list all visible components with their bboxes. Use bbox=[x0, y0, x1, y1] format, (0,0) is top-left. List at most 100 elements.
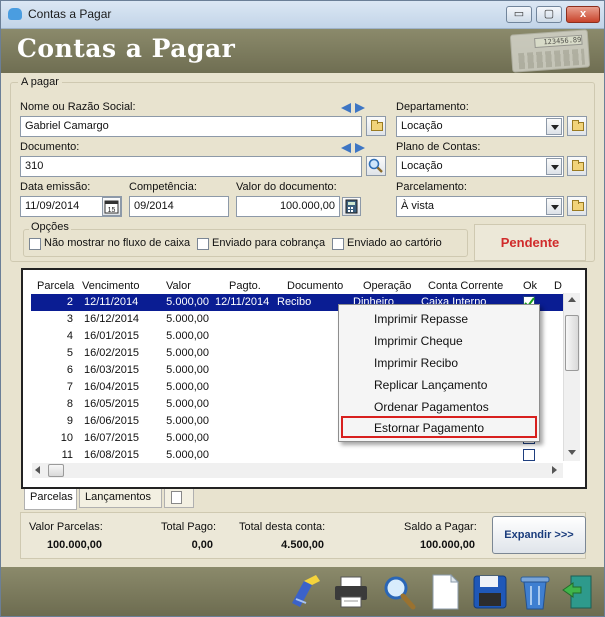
folder-icon bbox=[572, 160, 584, 171]
documento-search-button[interactable] bbox=[366, 156, 386, 176]
departamento-select[interactable]: Locação bbox=[396, 116, 564, 137]
app-cloud-icon bbox=[8, 8, 22, 20]
scroll-right-arrow[interactable] bbox=[552, 466, 557, 474]
ok-checkbox[interactable] bbox=[523, 449, 535, 461]
window-title: Contas a Pagar bbox=[28, 7, 112, 21]
grid-cell-valor: 5.000,00 bbox=[166, 381, 209, 393]
plano-contas-folder-button[interactable] bbox=[567, 156, 587, 176]
tab-lancamentos[interactable]: Lançamentos bbox=[79, 489, 162, 508]
parcelamento-folder-button[interactable] bbox=[567, 196, 587, 216]
column-header-pagto[interactable]: Pagto. bbox=[229, 280, 261, 292]
status-badge: Pendente bbox=[474, 224, 586, 261]
plano-contas-select[interactable]: Locação bbox=[396, 156, 564, 177]
grid-cell-vencimento: 16/03/2015 bbox=[84, 364, 140, 376]
total-conta-label: Total desta conta: bbox=[239, 521, 326, 533]
menu-item-estornar-pagamento[interactable]: Estornar Pagamento bbox=[341, 416, 537, 438]
tab-parcelas[interactable]: Parcelas bbox=[24, 489, 77, 510]
maximize-button[interactable]: ▢ bbox=[536, 6, 562, 23]
valor-parcelas-label: Valor Parcelas: bbox=[29, 521, 103, 533]
grid-header: Parcela Vencimento Valor Pagto. Document… bbox=[23, 270, 569, 293]
menu-item-ordenar-pagamentos[interactable]: Ordenar Pagamentos bbox=[341, 395, 537, 417]
plano-contas-dropdown-button[interactable] bbox=[546, 158, 562, 175]
scroll-down-arrow[interactable] bbox=[568, 450, 576, 455]
grid-cell-parcela: 8 bbox=[66, 398, 73, 410]
saldo-pagar-label: Saldo a Pagar: bbox=[404, 521, 477, 533]
scroll-up-arrow[interactable] bbox=[568, 297, 576, 302]
column-header-ok[interactable]: Ok bbox=[523, 280, 537, 292]
minimize-button[interactable]: ▭ bbox=[506, 6, 532, 23]
grid-cell-valor: 5.000,00 bbox=[166, 432, 209, 444]
tab-documents[interactable] bbox=[164, 489, 194, 508]
horizontal-scroll-thumb[interactable] bbox=[48, 464, 64, 477]
column-header-operacao[interactable]: Operação bbox=[363, 280, 411, 292]
folder-icon bbox=[572, 200, 584, 211]
delete-icon[interactable] bbox=[515, 573, 555, 611]
close-button[interactable]: x bbox=[566, 6, 600, 23]
parcelamento-label: Parcelamento: bbox=[396, 181, 467, 193]
exit-icon[interactable] bbox=[559, 573, 599, 611]
expandir-button[interactable]: Expandir >>> bbox=[492, 516, 586, 554]
save-icon[interactable] bbox=[470, 573, 510, 611]
valor-documento-label: Valor do documento: bbox=[236, 181, 337, 193]
grid-cell-valor: 5.000,00 bbox=[166, 330, 209, 342]
grid-cell-vencimento: 16/05/2015 bbox=[84, 398, 140, 410]
data-emissao-calendar-button[interactable]: 15 bbox=[102, 197, 121, 216]
grid-cell-valor: 5.000,00 bbox=[166, 347, 209, 359]
grid-cell-vencimento: 12/11/2014 bbox=[84, 296, 139, 308]
competencia-field[interactable]: 09/2014 bbox=[129, 196, 229, 217]
nao-mostrar-fluxo-checkbox[interactable] bbox=[29, 238, 41, 250]
nome-nav-arrows[interactable] bbox=[341, 102, 367, 114]
valor-parcelas-value: 100.000,00 bbox=[46, 539, 102, 551]
column-header-vencimento[interactable]: Vencimento bbox=[82, 280, 139, 292]
parcelamento-select[interactable]: À vista bbox=[396, 196, 564, 217]
nome-field[interactable]: Gabriel Camargo bbox=[20, 116, 362, 137]
new-document-icon[interactable] bbox=[425, 573, 465, 611]
scroll-left-arrow[interactable] bbox=[35, 466, 40, 474]
menu-item-imprimir-cheque[interactable]: Imprimir Cheque bbox=[341, 329, 537, 351]
departamento-dropdown-button[interactable] bbox=[546, 118, 562, 135]
vertical-scroll-thumb[interactable] bbox=[565, 315, 579, 371]
nao-mostrar-fluxo-label: Não mostrar no fluxo de caixa bbox=[44, 237, 191, 249]
menu-item-imprimir-recibo[interactable]: Imprimir Recibo bbox=[341, 351, 537, 373]
total-pago-value: 0,00 bbox=[191, 539, 213, 551]
column-header-conta-corrente[interactable]: Conta Corrente bbox=[428, 280, 503, 292]
nome-folder-button[interactable] bbox=[366, 116, 386, 136]
grid-cell-parcela: 7 bbox=[66, 381, 73, 393]
column-header-documento[interactable]: Documento bbox=[287, 280, 343, 292]
enviado-cobranca-checkbox[interactable] bbox=[197, 238, 209, 250]
printer-icon[interactable] bbox=[331, 573, 371, 611]
search-icon[interactable] bbox=[379, 573, 419, 611]
table-row[interactable]: 11 16/08/2015 5.000,00 bbox=[31, 447, 569, 464]
enviado-cobranca-label: Enviado para cobrança bbox=[212, 237, 326, 249]
grid-cell-vencimento: 16/07/2015 bbox=[84, 432, 140, 444]
documento-nav-arrows[interactable] bbox=[341, 142, 367, 154]
departamento-label: Departamento: bbox=[396, 101, 469, 113]
valor-documento-field[interactable]: 100.000,00 bbox=[236, 196, 340, 217]
horizontal-scrollbar[interactable] bbox=[32, 463, 563, 478]
header-banner: Contas a Pagar 123456.89 bbox=[1, 29, 604, 73]
grid-cell-parcela: 3 bbox=[66, 313, 73, 325]
plano-contas-label: Plano de Contas: bbox=[396, 141, 481, 153]
total-pago-label: Total Pago: bbox=[161, 521, 217, 533]
grid-cell-parcela: 5 bbox=[66, 347, 73, 359]
data-emissao-label: Data emissão: bbox=[20, 181, 91, 193]
grid-cell-valor: 5.000,00 bbox=[166, 398, 209, 410]
enviado-cartorio-checkbox[interactable] bbox=[332, 238, 344, 250]
departamento-folder-button[interactable] bbox=[567, 116, 587, 136]
calculator-icon bbox=[345, 199, 358, 214]
clean-icon[interactable] bbox=[286, 573, 326, 611]
parcelamento-dropdown-button[interactable] bbox=[546, 198, 562, 215]
documento-label: Documento: bbox=[20, 141, 80, 153]
grid-cell-valor: 5.000,00 bbox=[166, 449, 209, 461]
grid-cell-parcela: 9 bbox=[66, 415, 73, 427]
column-header-valor[interactable]: Valor bbox=[166, 280, 191, 292]
column-header-d[interactable]: D bbox=[554, 280, 562, 292]
menu-item-replicar-lancamento[interactable]: Replicar Lançamento bbox=[341, 373, 537, 395]
menu-item-imprimir-repasse[interactable]: Imprimir Repasse bbox=[341, 307, 537, 329]
documento-field[interactable]: 310 bbox=[20, 156, 362, 177]
column-header-parcela[interactable]: Parcela bbox=[37, 280, 74, 292]
vertical-scrollbar[interactable] bbox=[563, 293, 580, 461]
svg-text:15: 15 bbox=[108, 207, 116, 214]
valor-calculator-button[interactable] bbox=[342, 197, 361, 216]
grid-cell-vencimento: 16/06/2015 bbox=[84, 415, 140, 427]
